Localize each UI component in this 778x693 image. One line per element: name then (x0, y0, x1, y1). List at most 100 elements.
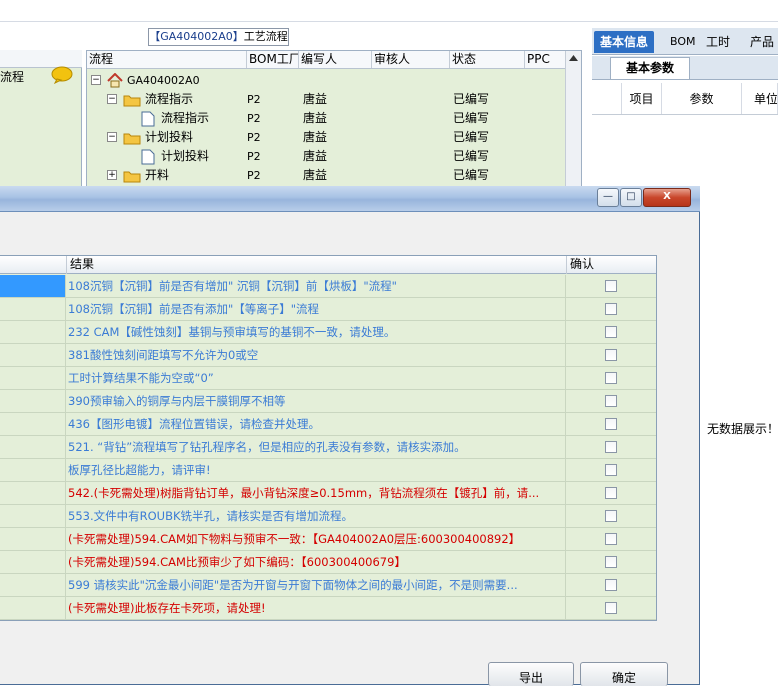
result-row[interactable]: 436【图形电镀】流程位置错误，请检查并处理。 (0, 413, 656, 436)
result-row[interactable]: 553.文件中有ROUBK铣半孔，请核实是否有增加流程。 (0, 505, 656, 528)
tree-row[interactable]: − 计划投料 P2 唐益 已编写 (87, 128, 565, 147)
confirm-checkbox[interactable] (605, 395, 617, 407)
tree-node-status: 已编写 (453, 130, 490, 144)
row-indicator[interactable] (0, 551, 66, 573)
col-unit[interactable]: 单位 (742, 83, 778, 114)
no-data-text: 无数据展示！ (707, 422, 778, 436)
param-table-header: 项目 参数 单位 (592, 83, 778, 115)
dialog-titlebar[interactable] (0, 186, 700, 212)
result-row[interactable]: 板厚孔径比超能力，请评审! (0, 459, 656, 482)
tree-node-writer: 唐益 (303, 111, 328, 125)
col-result[interactable]: 结果 (67, 256, 567, 274)
confirm-cell (567, 436, 656, 458)
col-ppc[interactable]: PPC (525, 51, 567, 68)
result-text: (卡死需处理)594.CAM比预审少了如下编码：【600300400679】 (67, 551, 566, 573)
tree-node-writer: 唐益 (303, 92, 328, 106)
confirm-checkbox[interactable] (605, 579, 617, 591)
ok-button[interactable]: 确定 (580, 662, 668, 686)
result-row[interactable]: 542.(卡死需处理)树脂背钻订单，最小背钻深度≥0.15mm，背钻流程须在【镀… (0, 482, 656, 505)
confirm-cell (567, 298, 656, 320)
row-indicator[interactable] (0, 298, 66, 320)
row-indicator[interactable] (0, 413, 66, 435)
tab-work-hours[interactable]: 工时 (700, 31, 736, 53)
row-indicator[interactable] (0, 597, 66, 619)
row-indicator[interactable] (0, 574, 66, 596)
left-process-label[interactable]: 流程 (0, 68, 24, 85)
confirm-checkbox[interactable] (605, 280, 617, 292)
collapse-icon[interactable]: − (107, 94, 117, 104)
confirm-checkbox[interactable] (605, 349, 617, 361)
confirm-checkbox[interactable] (605, 372, 617, 384)
tab-basic-info[interactable]: 基本信息 (594, 31, 655, 53)
result-row[interactable]: 232 CAM【碱性蚀刻】基铜与预审填写的基铜不一致，请处理。 (0, 321, 656, 344)
result-row[interactable]: (卡死需处理)594.CAM如下物料与预审不一致：【GA404002A0层压:6… (0, 528, 656, 551)
row-indicator[interactable] (0, 436, 66, 458)
expand-icon[interactable]: + (107, 170, 117, 180)
confirm-checkbox[interactable] (605, 464, 617, 476)
tree-row[interactable]: 计划投料 P2 唐益 已编写 (87, 147, 565, 166)
col-param[interactable]: 参数 (662, 83, 742, 114)
col-confirm[interactable]: 确认 (567, 256, 656, 274)
result-row[interactable]: 521. “背钻”流程填写了钻孔程序名，但是相应的孔表没有参数，请核实添加。 (0, 436, 656, 459)
result-row[interactable]: 390预审输入的铜厚与内层干膜铜厚不相等 (0, 390, 656, 413)
tab-bom[interactable]: BOM (664, 31, 702, 53)
row-indicator[interactable] (0, 275, 66, 297)
tree-node-label: 计划投料 (161, 149, 210, 163)
tree-scrollbar[interactable] (565, 51, 581, 189)
row-indicator[interactable] (0, 505, 66, 527)
confirm-checkbox[interactable] (605, 602, 617, 614)
collapse-icon[interactable]: − (107, 132, 117, 142)
confirm-checkbox[interactable] (605, 533, 617, 545)
row-indicator[interactable] (0, 528, 66, 550)
result-text: 232 CAM【碱性蚀刻】基铜与预审填写的基铜不一致，请处理。 (67, 321, 566, 343)
tree-node-status: 已编写 (453, 92, 490, 106)
col-writer[interactable]: 编写人 (299, 51, 372, 68)
tree-node-factory: P2 (247, 112, 261, 125)
confirm-checkbox[interactable] (605, 487, 617, 499)
confirm-checkbox[interactable] (605, 418, 617, 430)
col-status[interactable]: 状态 (450, 51, 525, 68)
collapse-icon[interactable]: − (91, 75, 101, 85)
tree-node-label: 计划投料 (145, 130, 194, 144)
result-row[interactable]: 381酸性蚀刻间距填写不允许为0或空 (0, 344, 656, 367)
tree-row[interactable]: 流程指示 P2 唐益 已编写 (87, 109, 565, 128)
maximize-button[interactable]: □ (620, 188, 642, 207)
chat-bubble-icon[interactable] (51, 66, 73, 84)
confirm-checkbox[interactable] (605, 326, 617, 338)
row-indicator[interactable] (0, 321, 66, 343)
result-row[interactable]: 工时计算结果不能为空或“0” (0, 367, 656, 390)
confirm-checkbox[interactable] (605, 510, 617, 522)
tree-node-status: 已编写 (453, 168, 490, 182)
result-row[interactable]: 599 请核实此"沉金最小间距"是否为开窗与开窗下面物体之间的最小间距，不是则需… (0, 574, 656, 597)
export-button[interactable]: 导出 (488, 662, 574, 686)
row-indicator[interactable] (0, 367, 66, 389)
confirm-checkbox[interactable] (605, 303, 617, 315)
confirm-cell (567, 459, 656, 481)
confirm-checkbox[interactable] (605, 441, 617, 453)
result-row[interactable]: 108沉铜【沉铜】前是否有添加"【等离子】"流程 (0, 298, 656, 321)
tree-row-root[interactable]: − GA404002A0 (87, 71, 565, 90)
result-row[interactable]: (卡死需处理)此板存在卡死项，请处理! (0, 597, 656, 620)
minimize-button[interactable]: — (597, 188, 619, 207)
row-indicator[interactable] (0, 482, 66, 504)
tree-row[interactable]: + 开料 P2 唐益 已编写 (87, 166, 565, 185)
result-row[interactable]: (卡死需处理)594.CAM比预审少了如下编码：【600300400679】 (0, 551, 656, 574)
confirm-checkbox[interactable] (605, 556, 617, 568)
col-item[interactable]: 项目 (622, 83, 662, 114)
tree-row[interactable]: − 流程指示 P2 唐益 已编写 (87, 90, 565, 109)
tree-node-label: 开料 (145, 168, 170, 182)
tab-product[interactable]: 产品 (744, 31, 778, 53)
row-indicator[interactable] (0, 390, 66, 412)
folder-icon (123, 171, 141, 183)
row-indicator[interactable] (0, 459, 66, 481)
scroll-up-icon[interactable] (566, 51, 581, 65)
col-reviewer[interactable]: 审核人 (372, 51, 450, 68)
close-button[interactable]: X (643, 188, 691, 207)
col-bom-factory[interactable]: BOM工厂 (247, 51, 299, 68)
col-process[interactable]: 流程 (87, 51, 247, 68)
confirm-cell (567, 505, 656, 527)
tree-node-status: 已编写 (453, 111, 490, 125)
subtab-basic-params[interactable]: 基本参数 (610, 57, 690, 79)
row-indicator[interactable] (0, 344, 66, 366)
result-row[interactable]: 108沉铜【沉铜】前是否有增加" 沉铜【沉铜】前【烘板】"流程" (0, 275, 656, 298)
